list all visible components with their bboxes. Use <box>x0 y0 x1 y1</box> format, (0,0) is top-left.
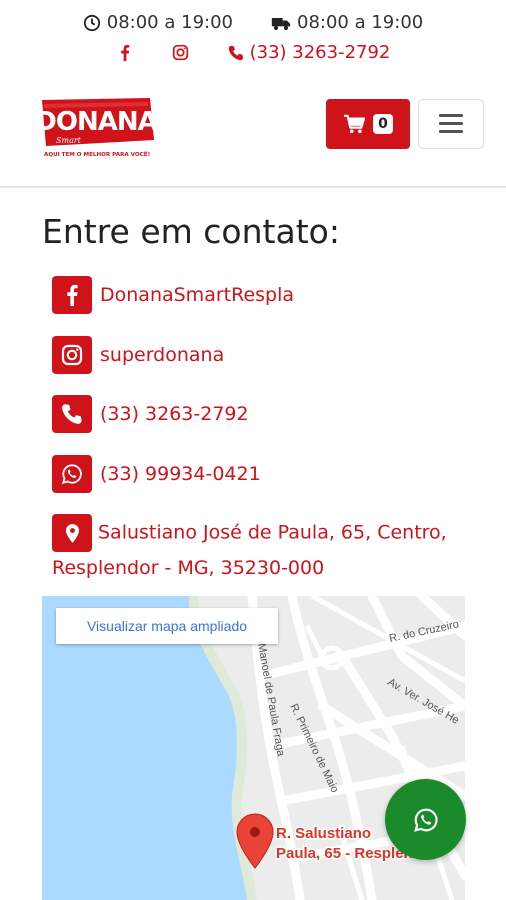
embedded-map[interactable]: Manoel de Paula Fraga R. Primeiro de Mai… <box>42 596 465 900</box>
hamburger-icon <box>439 114 463 134</box>
facebook-icon <box>52 276 92 314</box>
instagram-icon <box>52 336 92 374</box>
delivery-hours-text: 08:00 a 19:00 <box>297 12 424 33</box>
contact-phone-link[interactable]: (33) 3263-2792 <box>52 395 249 433</box>
facebook-handle: DonanaSmartRespla <box>100 284 295 306</box>
address-text: Salustiano José de Paula, 65, Centro, Re… <box>52 521 447 580</box>
delivery-hours: 08:00 a 19:00 <box>271 12 423 33</box>
hours-row: 08:00 a 19:00 08:00 a 19:00 <box>0 12 506 33</box>
whatsapp-icon <box>52 455 92 493</box>
top-phone-text: (33) 3263-2792 <box>249 42 391 63</box>
shopping-cart-icon <box>344 114 366 134</box>
instagram-handle: superdonana <box>100 344 225 366</box>
map-marker-icon <box>52 514 92 552</box>
map-pin-label: R. Salustiano <box>276 825 371 842</box>
instagram-icon[interactable] <box>172 44 190 62</box>
whatsapp-float-button[interactable] <box>385 779 466 860</box>
whatsapp-number: (33) 99934-0421 <box>100 463 261 485</box>
facebook-icon[interactable] <box>116 44 134 62</box>
phone-number: (33) 3263-2792 <box>100 403 249 425</box>
svg-text:AQUI TEM O MELHOR PARA VOCÊ!: AQUI TEM O MELHOR PARA VOCÊ! <box>44 150 150 158</box>
svg-text:DONANA: DONANA <box>38 107 156 137</box>
site-header: DONANA Smart AQUI TEM O MELHOR PARA VOCÊ… <box>0 78 506 188</box>
menu-toggle-button[interactable] <box>418 99 484 149</box>
contact-instagram-link[interactable]: superdonana <box>52 336 224 374</box>
contact-facebook-link[interactable]: DonanaSmartRespla <box>52 276 294 314</box>
view-larger-map-link[interactable]: Visualizar mapa ampliado <box>56 608 278 644</box>
cart-button[interactable]: 0 <box>326 99 410 149</box>
clock-icon <box>83 14 100 31</box>
truck-icon <box>271 17 291 30</box>
store-hours-text: 08:00 a 19:00 <box>106 12 233 33</box>
contact-whatsapp-link[interactable]: (33) 99934-0421 <box>52 455 261 493</box>
store-hours: 08:00 a 19:00 <box>83 12 233 33</box>
top-info-bar: 08:00 a 19:00 08:00 a 19:00 (33) 3263-27… <box>0 0 506 78</box>
top-phone-link[interactable]: (33) 3263-2792 <box>228 42 391 63</box>
contact-title: Entre em contato: <box>42 212 340 251</box>
whatsapp-icon <box>413 808 438 832</box>
social-row: (33) 3263-2792 <box>0 42 506 63</box>
donana-logo[interactable]: DONANA Smart AQUI TEM O MELHOR PARA VOCÊ… <box>38 96 156 166</box>
cart-count-badge: 0 <box>373 114 393 134</box>
contact-address: Salustiano José de Paula, 65, Centro, Re… <box>52 514 472 585</box>
phone-icon <box>52 395 92 433</box>
phone-icon <box>228 45 243 60</box>
svg-text:Smart: Smart <box>56 136 82 145</box>
